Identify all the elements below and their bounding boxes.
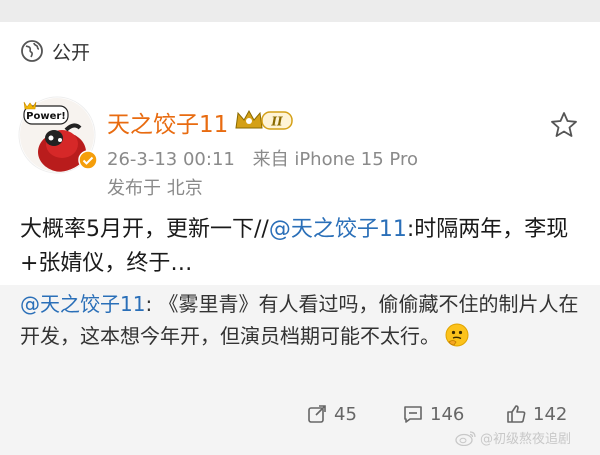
post-time: 26-3-13 00:11 <box>107 149 235 170</box>
post-source: 来自 iPhone 15 Pro <box>252 149 418 170</box>
thinking-face-icon <box>445 323 469 347</box>
avatar-caption: Power! <box>26 111 66 122</box>
watermark-text: @初级熬夜追剧 <box>480 432 572 447</box>
globe-icon <box>21 40 43 62</box>
comment-button[interactable]: 146 <box>402 399 464 429</box>
weibo-logo-icon <box>455 430 476 446</box>
post-location: 发布于 北京 <box>107 178 203 199</box>
top-bar <box>0 0 600 22</box>
crown-level-badge-icon: II <box>235 109 293 130</box>
like-count: 142 <box>533 403 568 425</box>
repost-count: 45 <box>334 403 357 425</box>
level-text: II <box>270 115 283 129</box>
repost-mention-link[interactable]: @天之饺子11 <box>20 292 145 316</box>
comment-icon <box>404 406 422 423</box>
repost-icon <box>308 405 326 423</box>
like-button[interactable]: 142 <box>505 399 567 429</box>
favorite-star-icon[interactable] <box>549 110 579 140</box>
visibility-indicator: 公开 <box>20 36 90 66</box>
verified-badge-icon <box>78 150 98 170</box>
repost-text: @天之饺子11: 《雾里青》有人看过吗，偷偷藏不住的制片人在开发，这本想今年开，… <box>20 288 590 352</box>
comment-count: 146 <box>430 403 465 425</box>
post-text: 大概率5月开，更新一下//@天之饺子11:时隔两年，李现+张婧仪，终于… <box>20 213 580 281</box>
thumbs-up-icon <box>507 405 526 423</box>
post-mention-link[interactable]: @天之饺子11 <box>269 217 407 242</box>
visibility-label: 公开 <box>52 41 91 64</box>
post-text-prefix: 大概率5月开，更新一下// <box>20 217 269 242</box>
watermark: @初级熬夜追剧 <box>455 428 571 447</box>
repost-button[interactable]: 45 <box>306 399 357 429</box>
post-meta: 26-3-13 00:11 来自 iPhone 15 Pro <box>107 145 418 171</box>
username[interactable]: 天之饺子11 <box>107 105 228 139</box>
